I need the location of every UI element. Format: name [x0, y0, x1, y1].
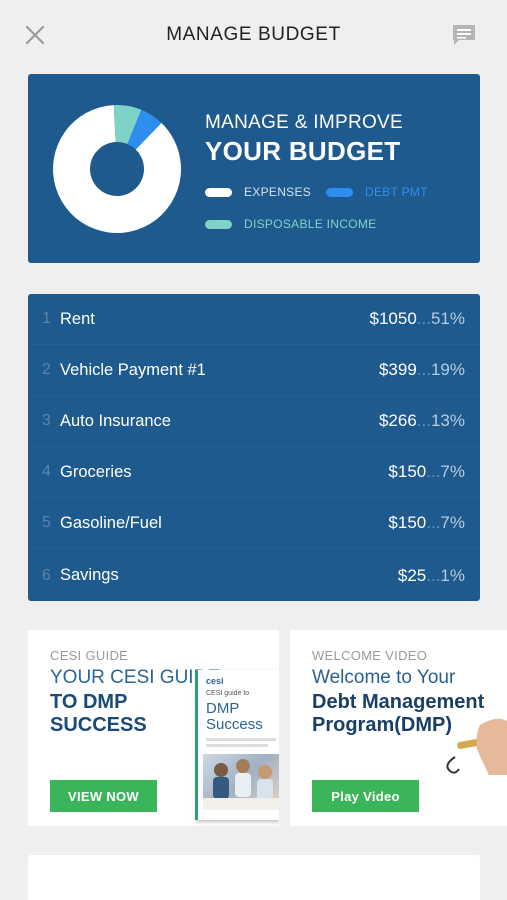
row-name: Gasoline/Fuel — [60, 513, 162, 532]
row-number: 5 — [42, 514, 51, 531]
row-dots: ... — [426, 462, 441, 481]
play-video-button[interactable]: Play Video — [312, 780, 419, 812]
promo-title: TO DMP SUCCESS — [50, 691, 147, 737]
row-amount: $150 — [388, 513, 427, 532]
legend-swatch — [205, 219, 232, 229]
list-item[interactable]: 4 Groceries $150... 7% — [28, 447, 480, 498]
expense-list: 1 Rent $1050... 51% 2 Vehicle Payment #1 … — [28, 294, 480, 601]
book-subtitle: CESI guide to — [206, 690, 250, 697]
row-name: Auto Insurance — [60, 411, 171, 430]
top-bar: MANAGE BUDGET — [0, 0, 507, 70]
book-photo — [203, 754, 279, 810]
card-heading-line2: YOUR BUDGET — [205, 136, 401, 166]
row-percent: 13% — [430, 411, 465, 430]
row-name: Rent — [60, 309, 95, 328]
row-amount: $266 — [378, 411, 417, 430]
welcome-video-card[interactable]: WELCOME VIDEO Welcome to Your Debt Manag… — [290, 630, 507, 826]
legend-swatch — [326, 187, 353, 197]
row-amount: $150 — [388, 462, 427, 481]
promo-line1: Welcome to Your — [312, 667, 456, 688]
book-brand: cesi — [206, 676, 224, 686]
row-percent: 51% — [430, 309, 465, 328]
guide-book-cover: cesi CESI guide to DMP Success — [195, 670, 279, 820]
card-heading-line1: MANAGE & IMPROVE — [205, 112, 404, 133]
row-number: 2 — [42, 361, 51, 378]
page-title: MANAGE BUDGET — [166, 24, 341, 45]
list-item[interactable]: 6 Savings $25... 1% — [28, 550, 480, 601]
row-dots: ... — [416, 309, 431, 328]
list-item[interactable]: 5 Gasoline/Fuel $150... 7% — [28, 498, 480, 549]
legend-label: DISPOSABLE INCOME — [244, 217, 377, 231]
row-percent: 7% — [440, 462, 465, 481]
book-title: DMP — [206, 700, 240, 717]
chat-icon[interactable] — [450, 22, 478, 48]
row-percent: 1% — [440, 565, 465, 585]
budget-summary-card: MANAGE & IMPROVE YOUR BUDGET EXPENSES DE… — [28, 74, 480, 263]
list-item[interactable]: 3 Auto Insurance $266... 13% — [28, 396, 480, 447]
legend-disposable-income: DISPOSABLE INCOME — [205, 217, 376, 231]
row-dots: ... — [416, 360, 431, 379]
hand-drawing-graphic — [446, 718, 507, 775]
legend-expenses: EXPENSES — [205, 185, 311, 199]
legend-label: DEBT PMT — [365, 185, 428, 199]
legend-debt-pmt: DEBT PMT — [326, 185, 428, 199]
row-name: Savings — [60, 566, 119, 584]
row-name: Vehicle Payment #1 — [60, 360, 206, 379]
promo-kicker: WELCOME VIDEO — [312, 648, 428, 663]
row-percent: 19% — [430, 360, 465, 379]
row-number: 3 — [42, 412, 51, 429]
row-dots: ... — [426, 513, 441, 532]
cesi-guide-card[interactable]: CESI GUIDE YOUR CESI GUIDE TO DMP SUCCES… — [28, 630, 279, 826]
legend-swatch — [205, 187, 232, 197]
row-amount: $1050 — [369, 309, 417, 328]
legend-label: EXPENSES — [244, 185, 312, 199]
book-title: Success — [206, 716, 263, 733]
promo-kicker: CESI GUIDE — [50, 648, 129, 663]
row-amount: $399 — [378, 360, 417, 379]
budget-donut-chart — [53, 105, 182, 233]
book-text-line — [206, 744, 268, 747]
row-dots: ... — [416, 411, 431, 430]
row-number: 4 — [42, 463, 51, 480]
row-percent: 7% — [440, 513, 465, 532]
bottom-card — [28, 855, 480, 900]
view-now-button[interactable]: VIEW NOW — [50, 780, 157, 812]
row-amount: $25 — [397, 565, 427, 585]
row-dots: ... — [426, 565, 441, 585]
promo-title-line: SUCCESS — [50, 714, 147, 736]
row-name: Groceries — [60, 462, 132, 481]
list-item[interactable]: 2 Vehicle Payment #1 $399... 19% — [28, 345, 480, 396]
promo-title-line: TO DMP — [50, 691, 128, 713]
row-number: 6 — [42, 566, 51, 584]
list-item[interactable]: 1 Rent $1050... 51% — [28, 294, 480, 345]
book-text-line — [206, 738, 276, 741]
row-number: 1 — [42, 310, 51, 327]
